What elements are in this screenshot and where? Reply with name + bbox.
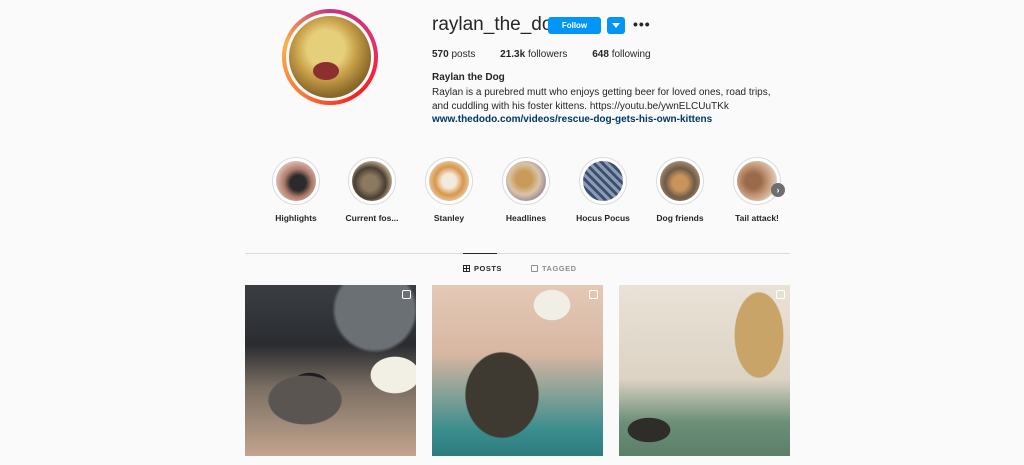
post-thumbnail[interactable] (619, 285, 790, 456)
highlight-label: Highlights (275, 213, 317, 223)
avatar-dog-mouth (313, 62, 339, 80)
tab-posts[interactable]: POSTS (463, 264, 502, 273)
post-thumbnail[interactable] (432, 285, 603, 456)
posts-count-label: posts (451, 49, 476, 60)
highlight-item[interactable]: Hocus Pocus (568, 157, 638, 223)
suggested-accounts-button[interactable] (607, 17, 625, 34)
post-thumbnail[interactable] (245, 285, 416, 456)
chevron-down-icon (612, 23, 620, 28)
highlight-thumbnail (429, 161, 469, 201)
profile-bio: Raylan is a purebred mutt who enjoys get… (432, 87, 771, 112)
profile-avatar-ring[interactable] (282, 9, 378, 105)
video-icon (589, 290, 598, 299)
highlight-label: Dog friends (656, 213, 704, 223)
highlight-ring (348, 157, 396, 205)
highlight-thumbnail (506, 161, 546, 201)
follow-button[interactable]: Follow (548, 17, 601, 34)
highlight-label: Tail attack! (735, 213, 779, 223)
tabs-divider (245, 253, 790, 254)
highlight-label: Current fos... (345, 213, 399, 223)
profile-avatar[interactable] (286, 13, 374, 101)
highlight-thumbnail (737, 161, 777, 201)
followers-count-value: 21.3k (500, 49, 526, 60)
grid-icon (463, 265, 470, 272)
highlight-item[interactable]: Current fos... (337, 157, 407, 223)
highlight-ring (656, 157, 704, 205)
chevron-right-icon[interactable]: › (771, 183, 785, 197)
following-count-value: 648 (592, 49, 609, 60)
highlight-ring (579, 157, 627, 205)
following-count-label: following (611, 49, 651, 60)
more-options-icon[interactable]: ••• (633, 16, 651, 32)
highlight-item[interactable]: Headlines (491, 157, 561, 223)
highlight-item[interactable]: Highlights (261, 157, 331, 223)
highlight-item[interactable]: Dog friends (645, 157, 715, 223)
tab-tagged-label: TAGGED (542, 264, 577, 273)
posts-count-value: 570 (432, 49, 449, 60)
profile-website-link[interactable]: www.thedodo.com/videos/rescue-dog-gets-h… (432, 114, 712, 125)
carousel-icon (402, 290, 411, 299)
highlight-thumbnail (583, 161, 623, 201)
profile-username: raylan_the_dog (432, 14, 563, 35)
highlight-thumbnail (352, 161, 392, 201)
highlight-thumbnail (276, 161, 316, 201)
tagged-icon (531, 265, 538, 272)
tab-tagged[interactable]: TAGGED (531, 264, 577, 273)
highlight-ring (272, 157, 320, 205)
profile-full-name: Raylan the Dog (432, 72, 505, 83)
active-tab-indicator (463, 253, 497, 254)
highlight-label: Stanley (433, 213, 465, 223)
following-count[interactable]: 648 following (592, 49, 650, 60)
followers-count[interactable]: 21.3k followers (500, 49, 567, 60)
highlight-ring (733, 157, 781, 205)
highlight-ring (502, 157, 550, 205)
highlight-label: Hocus Pocus (576, 213, 630, 223)
tab-posts-label: POSTS (474, 264, 502, 273)
highlight-ring (425, 157, 473, 205)
highlight-label: Headlines (505, 213, 547, 223)
posts-count: 570 posts (432, 49, 475, 60)
carousel-icon (776, 290, 785, 299)
profile-stats: 570 posts 21.3k followers 648 following (432, 49, 673, 60)
highlight-item[interactable]: Stanley (414, 157, 484, 223)
followers-count-label: followers (527, 49, 568, 60)
highlight-thumbnail (660, 161, 700, 201)
